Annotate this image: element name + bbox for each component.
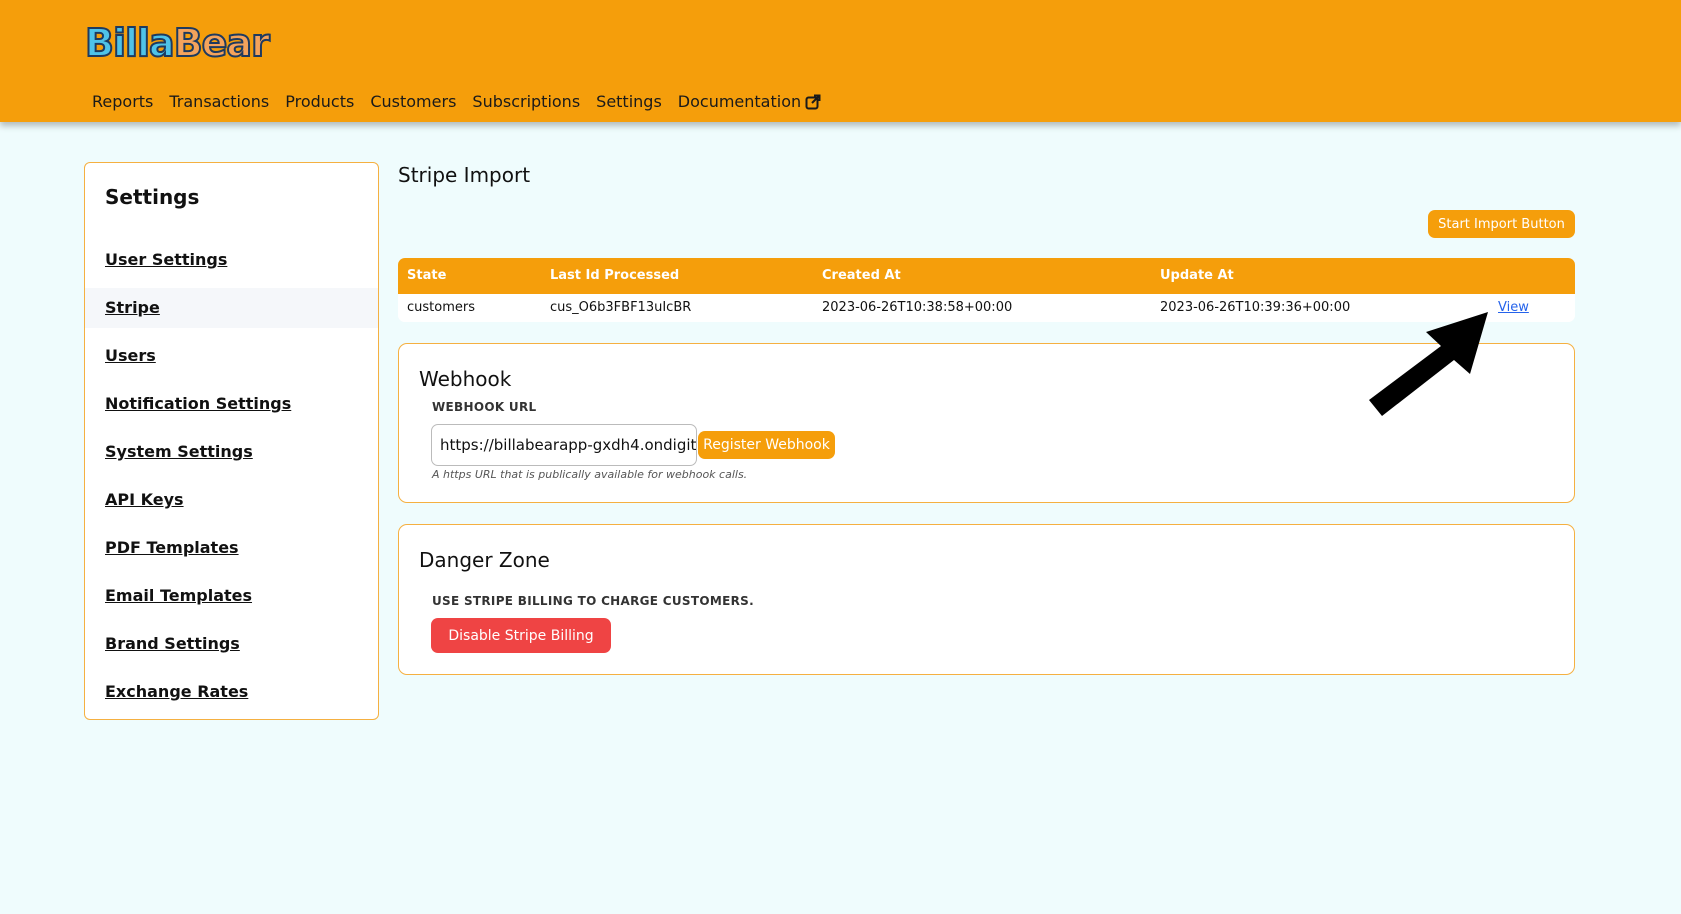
nav-customers[interactable]: Customers	[370, 92, 456, 111]
logo-text-bear: Bear	[173, 20, 271, 66]
sidebar-item-users[interactable]: Users	[85, 336, 378, 376]
table-header: State Last Id Processed Created At Updat…	[398, 258, 1575, 294]
col-created-at: Created At	[822, 268, 901, 283]
view-link[interactable]: View	[1498, 294, 1529, 322]
cell-updated-at: 2023-06-26T10:39:36+00:00	[1160, 300, 1351, 315]
col-update-at: Update At	[1160, 268, 1234, 283]
settings-sidebar: Settings User Settings Stripe Users Noti…	[84, 162, 379, 720]
danger-zone-label: USE STRIPE BILLING TO CHARGE CUSTOMERS.	[432, 594, 754, 608]
nav-reports[interactable]: Reports	[92, 92, 153, 111]
register-webhook-button[interactable]: Register Webhook	[698, 431, 835, 459]
arrow-pointer-icon	[1369, 312, 1488, 416]
sidebar-item-api-keys[interactable]: API Keys	[85, 480, 378, 520]
col-last-id: Last Id Processed	[550, 268, 680, 283]
cell-created-at: 2023-06-26T10:38:58+00:00	[822, 300, 1013, 315]
sidebar-item-user-settings[interactable]: User Settings	[85, 240, 378, 280]
sidebar-item-pdf-templates[interactable]: PDF Templates	[85, 528, 378, 568]
webhook-url-value: https://billabearapp-gxdh4.ondigit	[440, 436, 697, 454]
danger-zone-card: Danger Zone USE STRIPE BILLING TO CHARGE…	[398, 524, 1575, 675]
nav-products[interactable]: Products	[285, 92, 354, 111]
webhook-url-input[interactable]: https://billabearapp-gxdh4.ondigit	[431, 424, 697, 466]
webhook-url-label: WEBHOOK URL	[432, 400, 537, 414]
col-state: State	[407, 268, 447, 283]
logo-text-billa: Billa	[84, 20, 176, 66]
sidebar-item-system-settings[interactable]: System Settings	[85, 432, 378, 472]
main-nav: Reports Transactions Products Customers …	[92, 92, 821, 111]
external-link-icon	[805, 94, 821, 110]
nav-subscriptions[interactable]: Subscriptions	[472, 92, 580, 111]
start-import-button[interactable]: Start Import Button	[1428, 210, 1575, 238]
sidebar-item-notification-settings[interactable]: Notification Settings	[85, 384, 378, 424]
sidebar-title: Settings	[105, 185, 200, 209]
nav-documentation-label: Documentation	[677, 92, 802, 111]
page-title: Stripe Import	[398, 163, 531, 187]
billabear-logo[interactable]: BillaBear	[84, 20, 271, 66]
nav-transactions[interactable]: Transactions	[169, 92, 269, 111]
cell-last-id: cus_O6b3FBF13uIcBR	[550, 300, 692, 315]
top-bar: BillaBear Reports Transactions Products …	[0, 0, 1681, 122]
disable-stripe-billing-button[interactable]: Disable Stripe Billing	[431, 618, 611, 653]
danger-zone-title: Danger Zone	[419, 548, 550, 572]
sidebar-item-stripe[interactable]: Stripe	[85, 288, 378, 328]
webhook-help-text: A https URL that is publically available…	[432, 468, 748, 481]
sidebar-item-email-templates[interactable]: Email Templates	[85, 576, 378, 616]
webhook-title: Webhook	[419, 367, 512, 391]
nav-documentation[interactable]: Documentation	[678, 92, 821, 111]
cell-state: customers	[407, 300, 475, 315]
sidebar-item-exchange-rates[interactable]: Exchange Rates	[85, 672, 378, 712]
nav-settings[interactable]: Settings	[596, 92, 662, 111]
sidebar-item-brand-settings[interactable]: Brand Settings	[85, 624, 378, 664]
